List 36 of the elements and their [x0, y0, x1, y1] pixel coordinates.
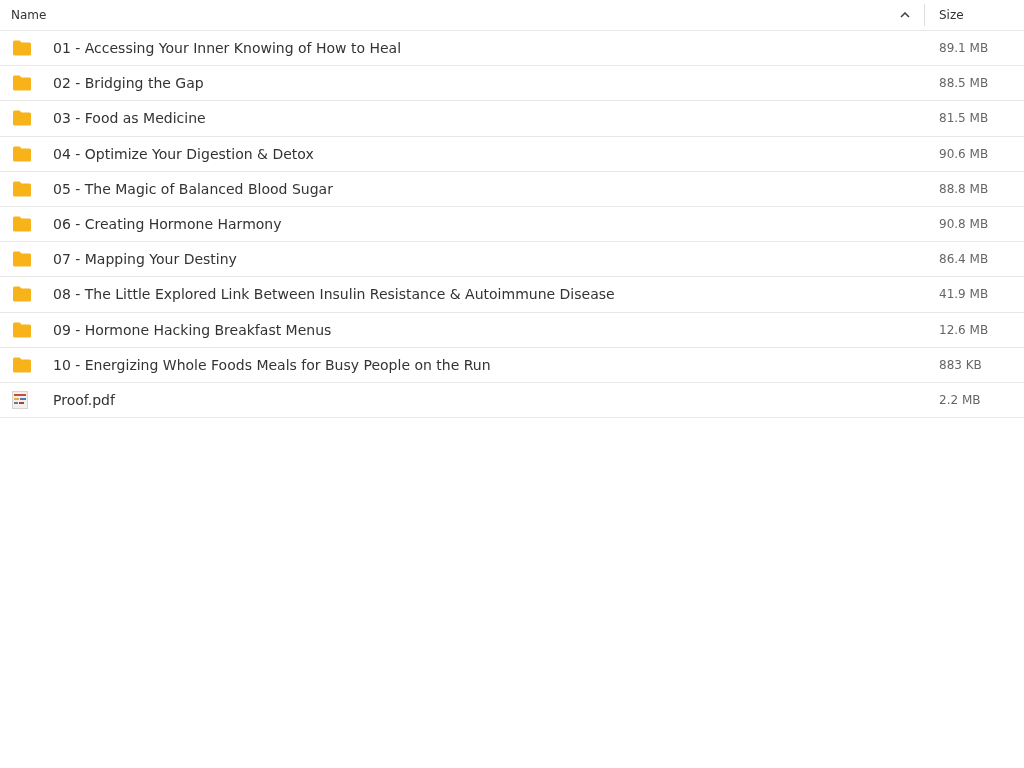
file-name[interactable]: 07 - Mapping Your Destiny	[53, 251, 939, 268]
column-header[interactable]: Name	[11, 8, 47, 22]
folder-icon	[12, 40, 32, 57]
file-size: 90.8 MB	[939, 217, 989, 232]
file-name[interactable]: 01 - Accessing Your Inner Knowing of How to Heal	[53, 40, 939, 57]
file-size: 90.6 MB	[939, 146, 989, 161]
file-size: 2.2 MB	[939, 392, 981, 407]
file-size: 88.5 MB	[939, 76, 989, 91]
file-name[interactable]: 09 - Hormone Hacking Breakfast Menus	[53, 321, 939, 338]
file-name[interactable]: 05 - The Magic of Balanced Blood Sugar	[53, 180, 939, 197]
file-size: 12.6 MB	[939, 322, 989, 337]
file-size: 81.5 MB	[939, 111, 989, 126]
folder-icon	[12, 75, 32, 92]
column-header[interactable]: Size	[939, 8, 964, 22]
folder-icon	[12, 216, 32, 233]
file-size: 883 KB	[939, 357, 982, 372]
file-size: 88.8 MB	[939, 181, 989, 196]
folder-icon	[12, 110, 32, 127]
file-size: 89.1 MB	[939, 41, 989, 56]
document-thumbnail-icon	[12, 390, 28, 409]
file-name[interactable]: 04 - Optimize Your Digestion & Detox	[53, 145, 939, 162]
folder-icon	[12, 180, 32, 197]
file-name[interactable]: 03 - Food as Medicine	[53, 110, 939, 127]
file-size: 41.9 MB	[939, 287, 989, 302]
file-name[interactable]: 06 - Creating Hormone Harmony	[53, 216, 939, 233]
folder-icon	[12, 356, 32, 373]
folder-icon	[12, 321, 32, 338]
folder-icon	[12, 286, 32, 303]
file-name[interactable]: Proof.pdf	[53, 391, 939, 408]
file-name[interactable]: 08 - The Little Explored Link Between Insulin Resistance & Autoimmune Disease	[53, 286, 939, 303]
sort-ascending-icon[interactable]	[900, 12, 910, 18]
file-size: 86.4 MB	[939, 252, 989, 267]
file-name[interactable]: 02 - Bridging the Gap	[53, 75, 939, 92]
folder-icon	[12, 145, 32, 162]
file-name[interactable]: 10 - Energizing Whole Foods Meals for Busy People on the Run	[53, 356, 939, 373]
folder-icon	[12, 251, 32, 268]
